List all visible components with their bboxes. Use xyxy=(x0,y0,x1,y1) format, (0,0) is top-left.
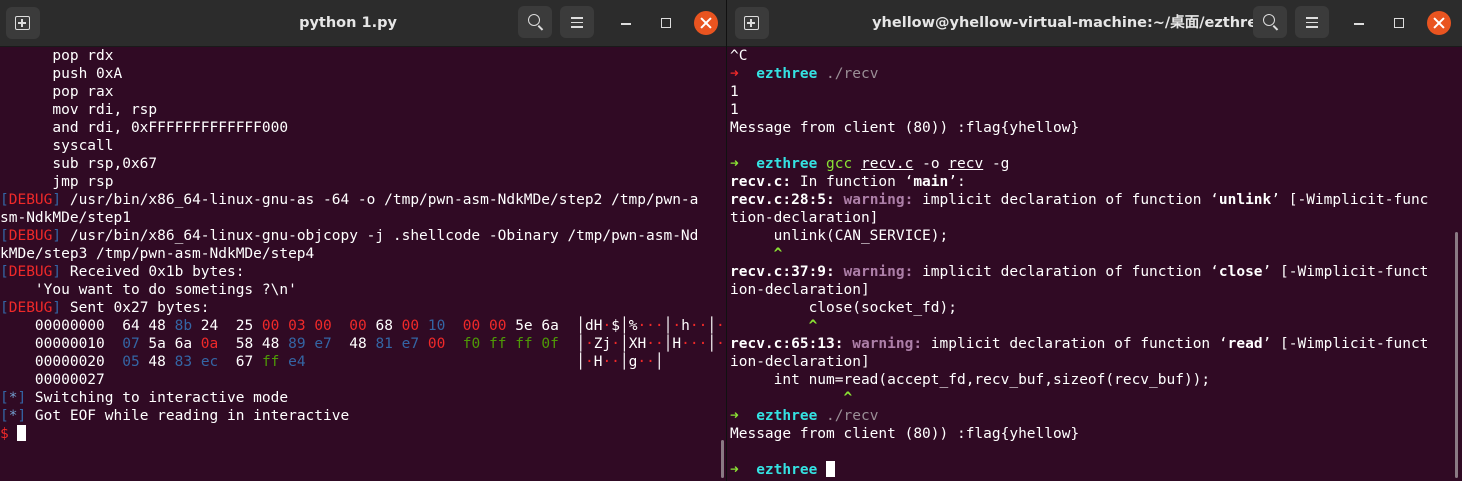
terminal-line: syscall xyxy=(0,138,114,154)
new-tab-button[interactable] xyxy=(735,7,769,39)
search-button[interactable] xyxy=(518,6,552,38)
terminal-line: sm-NdkMDe/step1 xyxy=(0,210,131,226)
terminal-line: [DEBUG] Received 0x1b bytes: xyxy=(0,264,245,280)
terminal-line: 00000027 xyxy=(0,372,105,388)
terminal-line: Message from client (80)) :flag{yhellow} xyxy=(730,120,1080,136)
terminal-line: 'You want to do sometings ?\n' xyxy=(0,282,297,298)
terminal-line: 00000010 07 5a 6a 0a 58 48 89 e7 48 81 e… xyxy=(0,336,726,352)
terminal-line: kMDe/step3 /tmp/pwn-asm-NdkMDe/step4 xyxy=(0,246,315,262)
menu-button[interactable] xyxy=(560,6,594,38)
terminal-line: unlink(CAN_SERVICE); xyxy=(730,228,949,244)
terminal-line: jmp rsp xyxy=(0,174,114,190)
new-tab-button[interactable] xyxy=(6,7,40,39)
window-title: python 1.py xyxy=(299,15,397,31)
maximize-icon xyxy=(661,18,671,28)
new-tab-icon xyxy=(744,16,759,30)
maximize-button[interactable] xyxy=(654,11,678,35)
terminal-line: int num=read(accept_fd,recv_buf,sizeof(r… xyxy=(730,372,1211,388)
terminal-line: ^ xyxy=(773,246,783,262)
terminal-line: [*] Switching to interactive mode xyxy=(0,390,289,406)
scrollbar-left[interactable] xyxy=(721,440,724,478)
close-button[interactable] xyxy=(1427,11,1451,35)
terminal-output-left[interactable]: pop rdx push 0xA pop rax mov rdi, rsp an… xyxy=(0,47,726,481)
terminal-line: ^C xyxy=(730,48,748,64)
terminal-line: sub rsp,0x67 xyxy=(0,156,158,172)
menu-button[interactable] xyxy=(1295,6,1329,38)
terminal-line: ➜ ezthree ./recv xyxy=(730,408,879,424)
terminal-cursor xyxy=(17,425,27,441)
terminal-line: Message from client (80)) :flag{yhellow} xyxy=(730,426,1080,442)
terminal-line: [DEBUG] /usr/bin/x86_64-linux-gnu-objcop… xyxy=(0,228,699,244)
terminal-window-left[interactable]: python 1.py pop rdx push 0xA pop rax mov… xyxy=(0,0,726,481)
hamburger-menu-icon xyxy=(571,17,583,28)
scrollbar-right[interactable] xyxy=(1455,232,1458,478)
new-tab-icon xyxy=(15,16,30,30)
terminal-line: ^ xyxy=(843,390,853,406)
terminal-line: recv.c:37:9: warning: implicit declarati… xyxy=(730,264,1429,280)
close-button[interactable] xyxy=(694,11,718,35)
terminal-cursor xyxy=(826,461,836,477)
search-icon xyxy=(528,14,540,26)
terminal-line: push 0xA xyxy=(0,66,123,82)
terminal-line: ion-declaration] xyxy=(730,282,870,298)
terminal-line: ➜ ezthree ./recv xyxy=(730,66,879,82)
terminal-line: 00000020 05 48 83 ec 67 ff e4 │·H··│g··│ xyxy=(0,354,664,370)
terminal-line: [*] Got EOF while reading in interactive xyxy=(0,408,350,424)
minimize-icon xyxy=(621,23,631,25)
terminal-line: 1 xyxy=(730,84,739,100)
terminal-line: recv.c:28:5: warning: implicit declarati… xyxy=(730,192,1429,208)
search-icon xyxy=(1263,14,1275,26)
terminal-line: pop rdx xyxy=(0,48,114,64)
terminal-line: mov rdi, rsp xyxy=(0,102,158,118)
titlebar-right[interactable]: yhellow@yhellow-virtual-machine:~/桌面/ezt… xyxy=(727,0,1462,47)
terminal-line: 1 xyxy=(730,102,739,118)
terminal-line: close(socket_fd); xyxy=(730,300,957,316)
minimize-button[interactable] xyxy=(1347,11,1371,35)
terminal-line: [DEBUG] Sent 0x27 bytes: xyxy=(0,300,210,316)
terminal-line: ➜ ezthree xyxy=(730,461,1462,479)
terminal-line: 00000000 64 48 8b 24 25 00 03 00 00 68 0… xyxy=(0,318,726,334)
terminal-line: and rdi, 0xFFFFFFFFFFFFF000 xyxy=(0,120,289,136)
titlebar-left[interactable]: python 1.py xyxy=(0,0,726,47)
terminal-line: ^ xyxy=(808,318,818,334)
search-button[interactable] xyxy=(1253,6,1287,38)
maximize-button[interactable] xyxy=(1387,11,1411,35)
terminal-line: [DEBUG] /usr/bin/x86_64-linux-gnu-as -64… xyxy=(0,192,699,208)
terminal-line: ➜ ezthree gcc recv.c -o recv -g xyxy=(730,156,1010,172)
terminal-line: $ xyxy=(0,425,726,443)
terminal-line: recv.c:65:13: warning: implicit declarat… xyxy=(730,336,1429,352)
terminal-window-right[interactable]: yhellow@yhellow-virtual-machine:~/桌面/ezt… xyxy=(727,0,1462,481)
hamburger-menu-icon xyxy=(1306,17,1318,28)
terminal-line: recv.c: In function ‘main’: xyxy=(730,174,966,190)
terminal-line: pop rax xyxy=(0,84,114,100)
maximize-icon xyxy=(1394,18,1404,28)
terminal-output-right[interactable]: ^C ➜ ezthree ./recv 1 1 Message from client … xyxy=(727,47,1462,481)
terminal-line: ion-declaration] xyxy=(730,354,870,370)
minimize-icon xyxy=(1354,23,1364,25)
window-title: yhellow@yhellow-virtual-machine:~/桌面/ezt… xyxy=(872,15,1267,31)
minimize-button[interactable] xyxy=(614,11,638,35)
terminal-line: tion-declaration] xyxy=(730,210,879,226)
